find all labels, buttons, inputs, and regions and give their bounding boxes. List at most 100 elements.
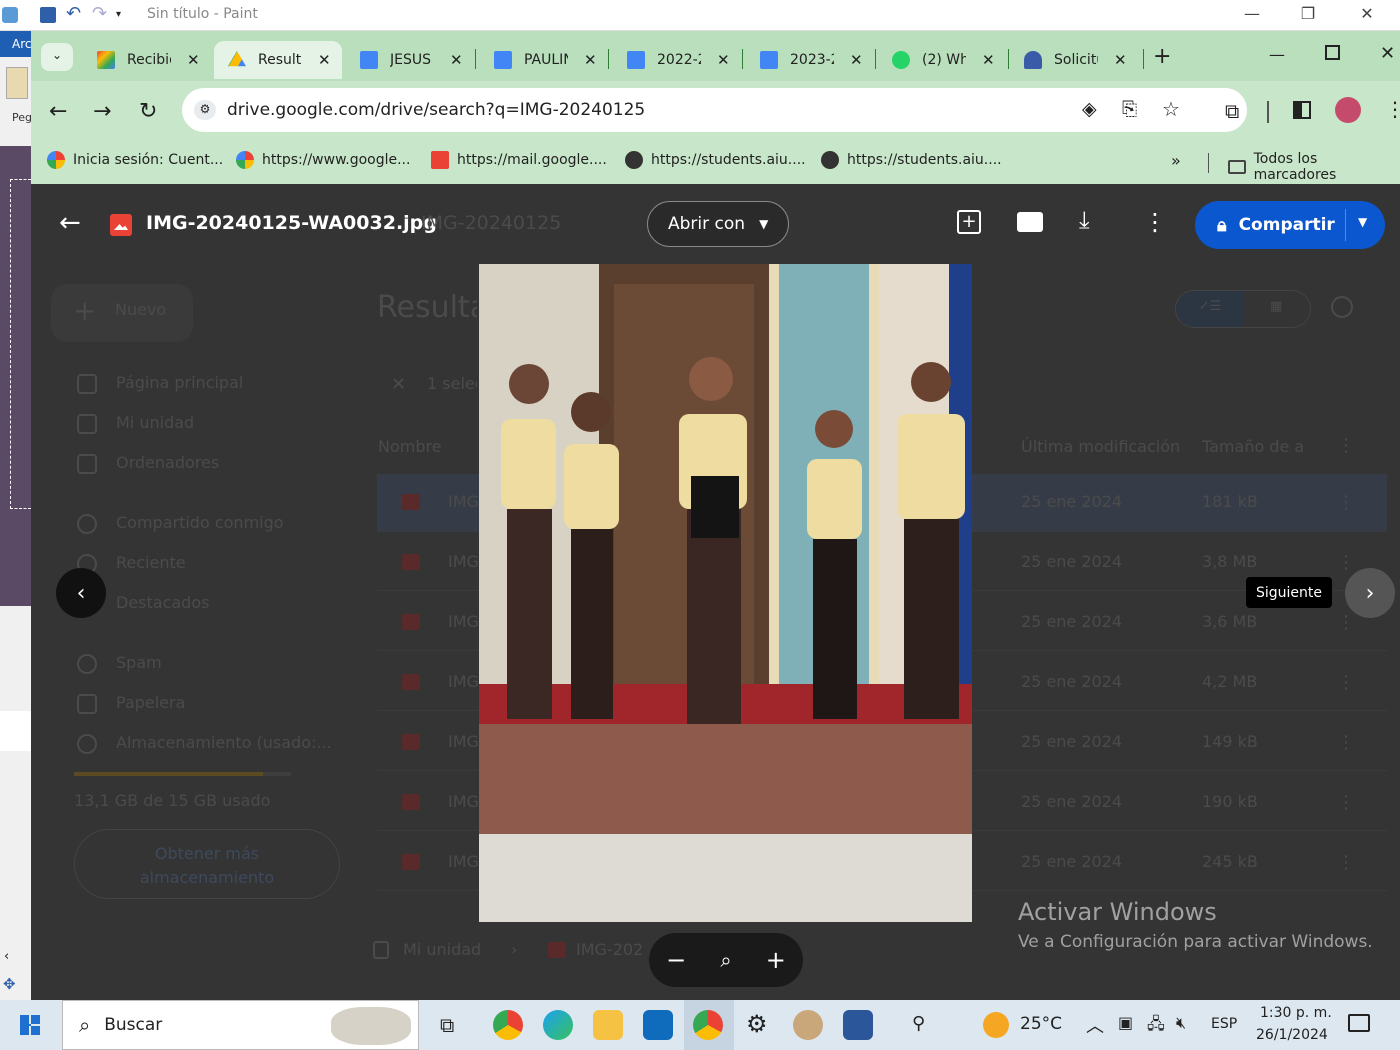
people-icon[interactable]: ⚲ (912, 1013, 925, 1034)
url-text[interactable]: drive.google.com/drive/search?q=IMG-2024… (227, 100, 645, 120)
file-explorer-icon[interactable] (593, 1010, 623, 1040)
network-icon[interactable]: 🖧︎ (1147, 1013, 1165, 1040)
row-file-name[interactable]: IMG (448, 612, 479, 631)
open-with-button[interactable]: Abrir con ▼ (647, 201, 789, 247)
nav-shared[interactable]: Compartido conmigo (116, 513, 284, 532)
list-view-icon[interactable]: ✓☰ (1176, 291, 1244, 327)
tab-close-icon[interactable]: ✕ (850, 51, 863, 69)
tab-docs-jesus[interactable]: JESUS ✕ (346, 41, 466, 79)
redo-icon[interactable]: ↷ (92, 3, 108, 24)
task-view-icon[interactable]: ⧉ (440, 1013, 454, 1037)
row-options-icon[interactable]: ⋮ (1337, 732, 1355, 753)
lens-icon[interactable]: ◈ (1082, 98, 1097, 120)
print-icon[interactable] (1017, 212, 1043, 232)
row-file-name[interactable]: IMG (448, 552, 479, 571)
nav-recent[interactable]: Reciente (116, 553, 186, 572)
zoom-icon[interactable]: ⌕ (720, 948, 731, 972)
paint-file-menu[interactable]: Arc (0, 31, 31, 57)
row-file-name[interactable]: IMG (448, 672, 479, 691)
previous-button[interactable]: ‹ (56, 568, 106, 618)
undo-icon[interactable]: ↶ (66, 3, 82, 24)
info-icon[interactable] (1331, 296, 1353, 318)
bookmark-item[interactable]: Inicia sesión: Cuent... (47, 151, 223, 169)
tab-close-icon[interactable]: ✕ (1114, 51, 1127, 69)
nav-starred[interactable]: Destacados (116, 593, 209, 612)
mail-icon[interactable] (643, 1010, 673, 1040)
bookmark-item[interactable]: https://mail.google.... (431, 151, 607, 169)
clear-selection-icon[interactable]: ✕ (391, 374, 406, 395)
nav-trash[interactable]: Papelera (116, 693, 185, 712)
chrome-minimize-button[interactable]: — (1269, 45, 1285, 64)
weather-icon[interactable] (983, 1012, 1009, 1038)
tab-gmail[interactable]: Recibid ✕ (83, 41, 203, 79)
column-name[interactable]: Nombre (378, 437, 442, 456)
chrome-maximize-button[interactable] (1325, 45, 1340, 60)
tab-close-icon[interactable]: ✕ (318, 51, 331, 69)
minimize-button[interactable]: — (1240, 4, 1264, 26)
more-options-icon[interactable]: ⋮ (1143, 208, 1167, 236)
tab-whatsapp[interactable]: (2) Wh ✕ (878, 41, 998, 79)
view-toggle[interactable]: ✓☰ ▦ (1175, 290, 1311, 328)
tab-close-icon[interactable]: ✕ (187, 51, 200, 69)
quick-access-dropdown-icon[interactable]: ▾ (116, 9, 132, 25)
get-storage-button[interactable]: Obtener más almacenamiento (74, 829, 340, 899)
scroll-left-icon[interactable]: ‹ (4, 949, 9, 964)
site-info-icon[interactable]: ⚙ (194, 100, 216, 120)
edge-icon[interactable] (543, 1010, 573, 1040)
share-dropdown-icon[interactable]: ▼ (1358, 215, 1367, 229)
meet-icon[interactable]: ▣ (1118, 1013, 1133, 1032)
close-button[interactable]: ✕ (1355, 4, 1379, 26)
back-arrow-icon[interactable]: ← (59, 208, 81, 238)
zoom-out-button[interactable]: − (666, 946, 686, 974)
reload-button[interactable]: ↻ (139, 99, 157, 124)
forward-button[interactable]: → (93, 99, 111, 124)
language-indicator[interactable]: ESP (1211, 1016, 1237, 1032)
row-options-icon[interactable]: ⋮ (1337, 852, 1355, 873)
next-button[interactable]: › (1345, 568, 1395, 618)
column-modified[interactable]: Última modificación (1021, 437, 1180, 456)
column-options-icon[interactable]: ⋮ (1337, 435, 1355, 456)
add-comment-icon[interactable]: + (957, 210, 981, 234)
nav-storage[interactable]: Almacenamiento (usado:... (116, 733, 332, 752)
row-options-icon[interactable]: ⋮ (1337, 552, 1355, 573)
install-app-icon[interactable]: ⎘ (1122, 98, 1137, 120)
weather-temp[interactable]: 25°C (1020, 1014, 1062, 1034)
move-icon[interactable]: ✥ (3, 975, 16, 993)
row-file-name[interactable]: IMG (448, 852, 479, 871)
taskbar-search-box[interactable]: ⌕ Buscar (62, 1000, 419, 1050)
bookmark-item[interactable]: https://students.aiu.... (625, 151, 806, 169)
clock-time[interactable]: 1:30 p. m. (1260, 1005, 1332, 1021)
save-icon[interactable] (40, 7, 56, 23)
row-options-icon[interactable]: ⋮ (1337, 492, 1355, 513)
share-button[interactable]: 🔒︎ Compartir ▼ (1195, 201, 1385, 249)
row-options-icon[interactable]: ⋮ (1337, 672, 1355, 693)
tab-docs-2023[interactable]: 2023-2 ✕ (746, 41, 866, 79)
extensions-icon[interactable]: ⧉ (1225, 99, 1239, 123)
paint-icon[interactable] (793, 1010, 823, 1040)
row-file-name[interactable]: IMG (448, 732, 479, 751)
row-file-name[interactable]: IMG (448, 492, 479, 511)
volume-muted-icon[interactable]: 🔇︎ (1176, 1013, 1186, 1033)
back-button[interactable]: ← (49, 99, 67, 124)
bookmark-item[interactable]: https://students.aiu.... (821, 151, 1002, 169)
restore-button[interactable]: ❐ (1296, 4, 1320, 26)
breadcrumb-root[interactable]: Mi unidad (403, 940, 481, 959)
all-bookmarks-folder[interactable]: Todos los marcadores (1228, 151, 1400, 183)
grid-view-icon[interactable]: ▦ (1270, 299, 1282, 314)
paste-icon[interactable] (6, 67, 28, 99)
nav-spam[interactable]: Spam (116, 653, 162, 672)
start-icon[interactable] (20, 1015, 40, 1035)
tab-close-icon[interactable]: ✕ (982, 51, 995, 69)
row-options-icon[interactable]: ⋮ (1337, 612, 1355, 633)
chrome-icon[interactable] (493, 1010, 523, 1040)
tab-docs-paulin[interactable]: PAULIN ✕ (480, 41, 600, 79)
tab-solicitud[interactable]: Solicitu ✕ (1010, 41, 1130, 79)
more-bookmarks-icon[interactable]: » (1171, 151, 1181, 170)
new-tab-button[interactable]: + (1153, 44, 1171, 69)
avatar[interactable] (1335, 97, 1361, 123)
nav-computers[interactable]: Ordenadores (116, 453, 219, 472)
chrome-close-button[interactable]: ✕ (1380, 43, 1395, 64)
row-options-icon[interactable]: ⋮ (1337, 792, 1355, 813)
tab-close-icon[interactable]: ✕ (450, 51, 463, 69)
column-size[interactable]: Tamaño de a (1202, 437, 1312, 456)
